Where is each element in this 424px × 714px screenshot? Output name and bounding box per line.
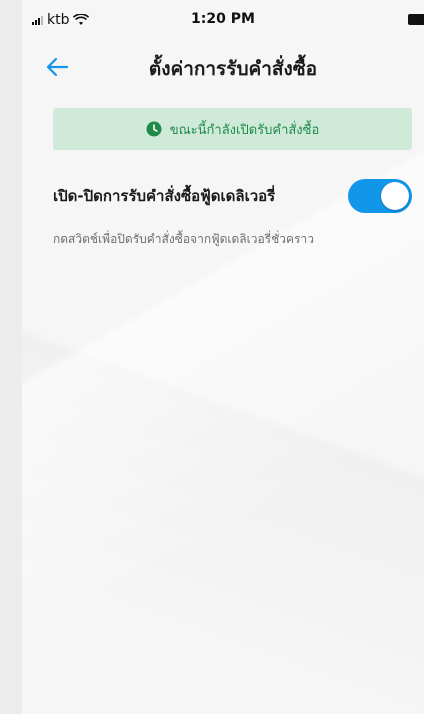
- arrow-left-icon: [46, 57, 69, 77]
- setting-description: กดสวิตช์เพื่อปิดรับคำสั่งซื้อจากฟู้ดเดลิ…: [53, 232, 314, 246]
- delivery-order-toggle[interactable]: [348, 179, 412, 213]
- setting-title: เปิด-ปิดการรับคำสั่งซื้อฟู้ดเดลิเวอรี่: [53, 187, 276, 205]
- page-title: ตั้งค่าการรับคำสั่งซื้อ: [148, 58, 318, 80]
- delivery-order-setting-row: เปิด-ปิดการรับคำสั่งซื้อฟู้ดเดลิเวอรี่: [53, 176, 412, 216]
- clock-icon: [146, 121, 162, 137]
- status-banner: ขณะนี้กำลังเปิดรับคำสั่งซื้อ: [53, 108, 412, 150]
- back-button[interactable]: [40, 52, 74, 82]
- battery-icon: [408, 14, 424, 25]
- status-time: 1:20 PM: [191, 11, 255, 27]
- banner-text: ขณะนี้กำลังเปิดรับคำสั่งซื้อ: [169, 122, 320, 138]
- phone-screen: ktb 1:20 PM ตั้งค่าการรับคำสั่งซื้อ ขณะน…: [22, 0, 424, 714]
- header: ตั้งค่าการรับคำสั่งซื้อ: [22, 40, 424, 98]
- status-bar: ktb 1:20 PM: [22, 0, 424, 40]
- toggle-knob: [381, 182, 409, 210]
